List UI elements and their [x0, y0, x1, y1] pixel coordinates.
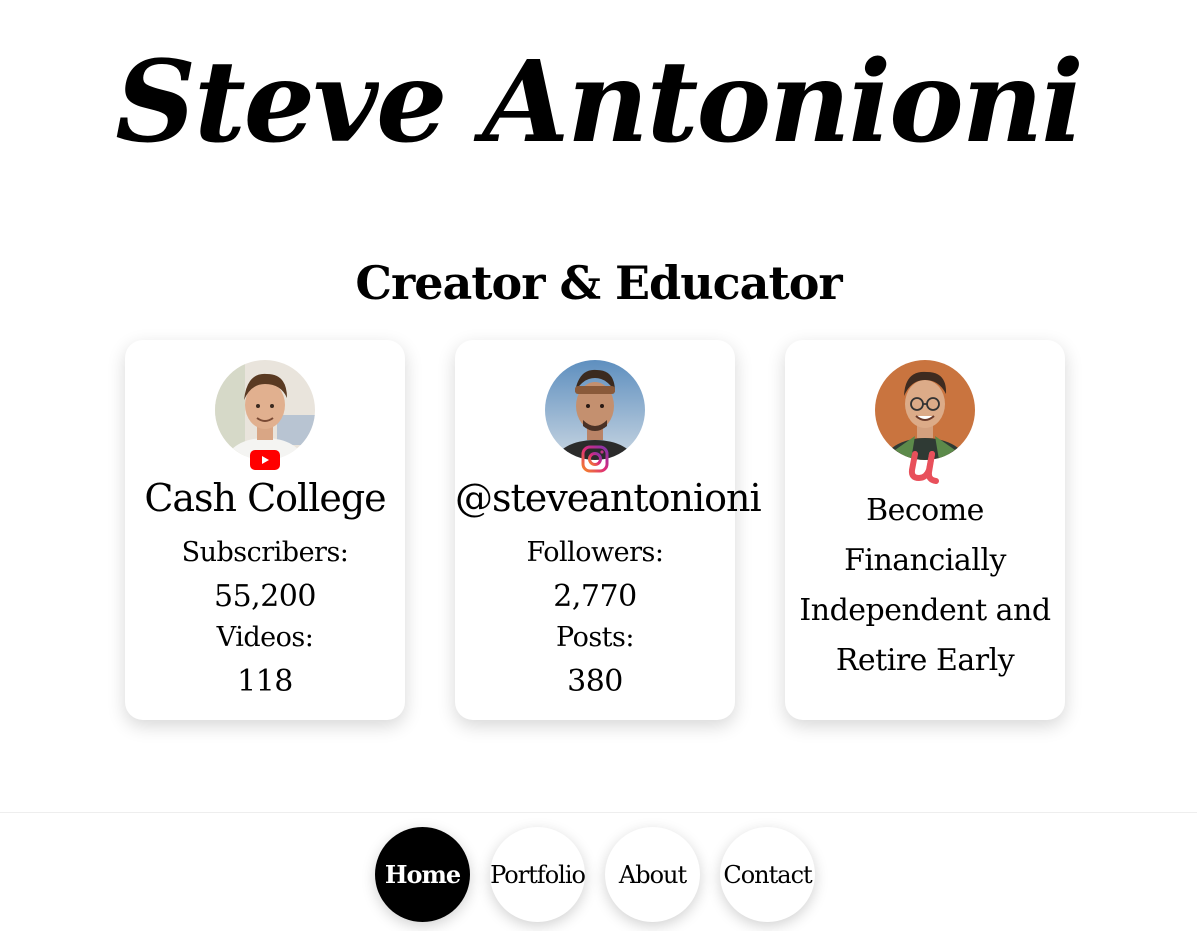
- nav-about-button[interactable]: About: [605, 827, 700, 922]
- instagram-card: @steveantonioni Followers: 2,770 Posts: …: [455, 340, 762, 720]
- subscribers-label: Subscribers:: [181, 537, 349, 568]
- avatar: [215, 360, 315, 460]
- followers-label: Followers:: [526, 537, 665, 568]
- page: Steve Antonioni Creator & Educator Cash …: [0, 0, 1197, 931]
- nav-home-button[interactable]: Home: [375, 827, 470, 922]
- nav-portfolio-button[interactable]: Portfolio: [490, 827, 586, 922]
- footer-nav-bar: Home Portfolio About Contact: [0, 812, 1197, 931]
- videos-label: Videos:: [216, 622, 314, 653]
- udemy-course-title[interactable]: Become Financially Independent and Retir…: [795, 486, 1055, 686]
- channel-name: Cash College: [144, 476, 386, 520]
- youtube-card: Cash College Subscribers: 55,200 Videos:…: [125, 340, 405, 720]
- posts-count: 380: [567, 664, 623, 699]
- instagram-badge[interactable]: [455, 444, 735, 474]
- followers-count: 2,770: [553, 579, 637, 614]
- udemy-icon: [908, 451, 939, 484]
- instagram-handle: @steveantonioni: [455, 476, 762, 520]
- udemy-card: Become Financially Independent and Retir…: [785, 340, 1065, 720]
- avatar: [875, 360, 975, 460]
- nav-contact-button[interactable]: Contact: [720, 827, 815, 922]
- youtube-badge[interactable]: [125, 450, 405, 470]
- subscribers-count: 55,200: [214, 579, 316, 614]
- videos-count: 118: [237, 664, 293, 699]
- main-nav: Home Portfolio About Contact: [375, 827, 815, 922]
- posts-label: Posts:: [556, 622, 635, 653]
- page-subtitle: Creator & Educator: [355, 256, 842, 310]
- site-title: Steve Antonioni: [115, 37, 1084, 168]
- youtube-icon: [250, 450, 280, 470]
- instagram-icon: [581, 445, 609, 473]
- udemy-badge[interactable]: [785, 450, 1065, 484]
